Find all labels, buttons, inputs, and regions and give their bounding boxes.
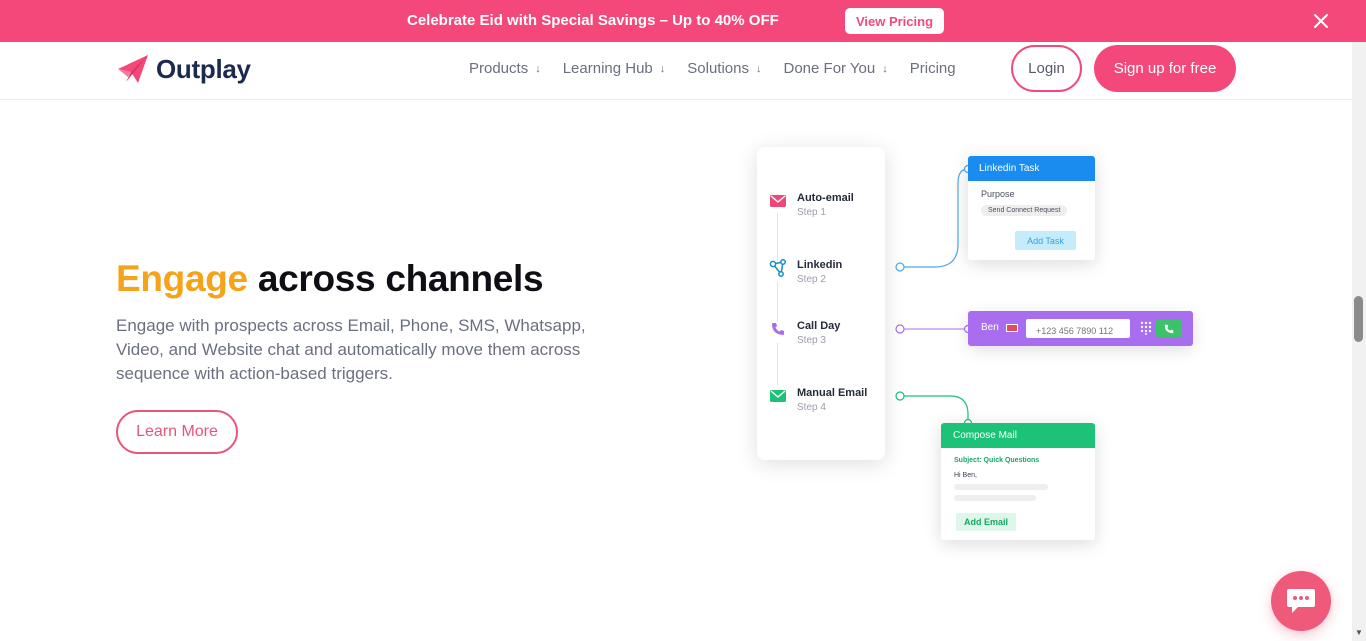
step-number: Step 1 — [797, 207, 826, 218]
call-card: Ben — [968, 311, 1193, 346]
step-name: Linkedin — [797, 259, 843, 271]
mail-greeting: Hi Ben, — [954, 472, 977, 479]
compose-mail-title: Compose Mail — [941, 423, 1095, 448]
step-name: Call Day — [797, 320, 841, 332]
keypad-icon[interactable] — [1140, 321, 1152, 335]
step-item[interactable]: Call Day Step 3 — [769, 320, 840, 346]
flag-icon[interactable] — [1006, 324, 1018, 332]
sequence-steps-card: Auto-email Step 1 Linkedin Step 2 Call D… — [757, 147, 885, 460]
contact-name: Ben — [981, 322, 999, 333]
step-name: Manual Email — [797, 387, 868, 399]
add-email-button[interactable]: Add Email — [956, 513, 1016, 531]
step-item[interactable]: Manual Email Step 4 — [769, 387, 867, 413]
step-connector — [777, 213, 778, 261]
phone-number-field[interactable] — [1026, 319, 1130, 338]
mail-text-placeholder — [954, 495, 1036, 501]
step-number: Step 4 — [797, 402, 826, 413]
share-icon — [769, 259, 787, 277]
purpose-label: Purpose — [981, 189, 1015, 199]
step-connector — [777, 282, 778, 322]
chat-icon — [1287, 589, 1315, 613]
linkedin-task-card: Linkedin Task Purpose Send Connect Reque… — [968, 156, 1095, 260]
add-task-button[interactable]: Add Task — [1015, 231, 1076, 250]
chat-widget-button[interactable] — [1271, 571, 1331, 631]
phone-icon — [1164, 324, 1174, 333]
linkedin-task-title: Linkedin Task — [968, 156, 1095, 181]
mail-icon — [769, 192, 787, 210]
step-name: Auto-email — [797, 192, 854, 204]
step-number: Step 2 — [797, 274, 826, 285]
step-item[interactable]: Auto-email Step 1 — [769, 192, 854, 218]
step-item[interactable]: Linkedin Step 2 — [769, 259, 842, 285]
call-button[interactable] — [1156, 320, 1182, 337]
mail-subject: Subject: Quick Questions — [954, 457, 1040, 464]
compose-mail-card: Compose Mail Subject: Quick Questions Hi… — [941, 423, 1095, 540]
mail-text-placeholder — [954, 484, 1048, 490]
purpose-value[interactable]: Send Connect Request — [981, 205, 1068, 216]
phone-icon — [769, 320, 787, 338]
step-number: Step 3 — [797, 335, 826, 346]
mail-icon — [769, 387, 787, 405]
step-connector — [777, 343, 778, 385]
